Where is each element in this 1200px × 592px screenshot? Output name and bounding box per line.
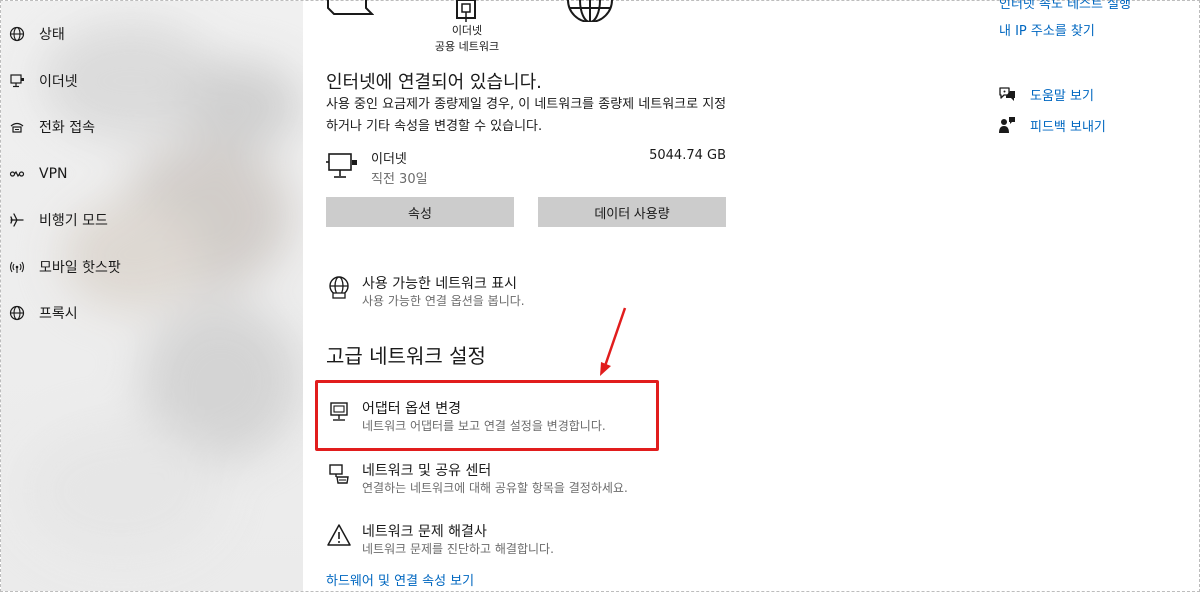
globe-icon: [7, 24, 27, 44]
feedback-link[interactable]: 피드백 보내기: [1030, 116, 1106, 135]
dialup-icon: [7, 117, 27, 137]
sidebar-item-mobile-hotspot[interactable]: 모바일 핫스팟: [1, 247, 303, 287]
sharing-center-title: 네트워크 및 공유 센터: [362, 463, 492, 479]
topology-caption-line2: 공용 네트워크: [434, 40, 500, 53]
show-available-networks-option[interactable]: 사용 가능한 네트워크 표시 사용 가능한 연결 옵션을 봅니다.: [326, 272, 586, 312]
sidebar-item-label: VPN: [39, 166, 68, 182]
sidebar-item-airplane-mode[interactable]: 비행기 모드: [1, 200, 303, 240]
usage-amount: 5044.74 GB: [649, 148, 726, 163]
pc-icon: [326, 0, 375, 20]
network-troubleshooter[interactable]: 네트워크 문제 해결사 네트워크 문제를 진단하고 해결합니다.: [326, 520, 626, 560]
hotspot-icon: [7, 257, 27, 277]
feedback-person-icon: [997, 115, 1017, 135]
sidebar-item-proxy[interactable]: 프록시: [1, 293, 303, 333]
troubleshooter-title: 네트워크 문제 해결사: [362, 524, 487, 540]
usage-period: 직전 30일: [371, 172, 428, 187]
troubleshooter-desc: 네트워크 문제를 진단하고 해결합니다.: [362, 542, 554, 556]
connection-status-title: 인터넷에 연결되어 있습니다.: [326, 72, 542, 93]
properties-button[interactable]: 속성: [326, 197, 514, 227]
usage-adapter-name: 이더넷: [371, 152, 407, 167]
sidebar-item-label: 이더넷: [39, 74, 78, 90]
annotation-highlight-box: [315, 380, 659, 451]
ethernet-icon: [326, 152, 358, 184]
globe-network-icon: [326, 274, 352, 300]
sidebar-item-label: 비행기 모드: [39, 213, 108, 229]
vpn-icon: [7, 164, 27, 184]
speed-test-link[interactable]: 인터넷 속도 테스트 실행: [999, 0, 1131, 12]
sharing-center-desc: 연결하는 네트워크에 대해 공유할 항목을 결정하세요.: [362, 481, 628, 495]
annotation-arrow: [600, 307, 627, 376]
data-usage-button[interactable]: 데이터 사용량: [538, 197, 726, 227]
help-link[interactable]: 도움말 보기: [1030, 85, 1094, 104]
warning-icon: [326, 522, 352, 548]
sidebar-item-ethernet[interactable]: 이더넷: [1, 61, 303, 101]
show-networks-title: 사용 가능한 네트워크 표시: [362, 276, 518, 292]
sidebar-item-label: 프록시: [39, 306, 78, 322]
hardware-properties-link[interactable]: 하드웨어 및 연결 속성 보기: [326, 570, 474, 589]
topology-caption-line1: 이더넷: [451, 24, 483, 37]
sidebar-item-dialup[interactable]: 전화 접속: [1, 107, 303, 147]
sidebar: 상태 이더넷 전화 접속 VPN 비행기 모드 모바일 핫스팟 프록시: [1, 1, 303, 591]
airplane-icon: [7, 210, 27, 230]
sidebar-item-label: 모바일 핫스팟: [39, 260, 121, 276]
connection-status-description: 사용 중인 요금제가 종량제일 경우, 이 네트워크를 종량제 네트워크로 지정…: [326, 97, 727, 134]
sidebar-item-status[interactable]: 상태: [1, 14, 303, 54]
show-networks-desc: 사용 가능한 연결 옵션을 봅니다.: [362, 294, 525, 308]
monitor-network-icon: [7, 71, 27, 91]
sidebar-item-label: 전화 접속: [39, 120, 95, 136]
sidebar-item-label: 상태: [39, 27, 65, 43]
advanced-settings-heading: 고급 네트워크 설정: [326, 344, 486, 368]
sidebar-item-vpn[interactable]: VPN: [1, 154, 303, 194]
network-sharing-center[interactable]: 네트워크 및 공유 센터 연결하는 네트워크에 대해 공유할 항목을 결정하세요…: [326, 459, 666, 499]
sharing-center-icon: [326, 461, 352, 487]
internet-globe-icon: [566, 0, 614, 26]
globe-icon: [7, 303, 27, 323]
find-ip-link[interactable]: 내 IP 주소를 찾기: [999, 20, 1095, 39]
help-chat-icon: [997, 84, 1017, 104]
